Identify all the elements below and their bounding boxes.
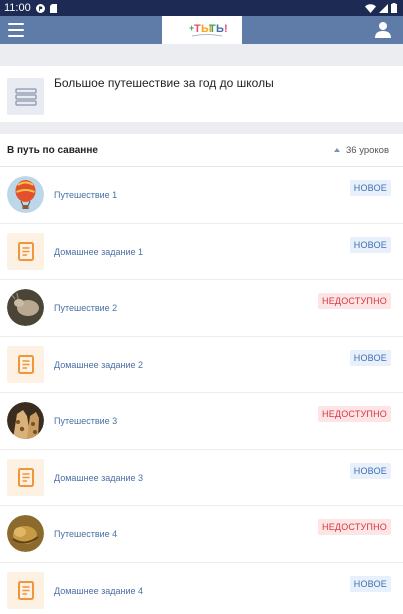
lesson-title: Путешествие 2: [54, 303, 118, 313]
app-notification-icon: [35, 3, 45, 13]
books-icon: [14, 87, 37, 106]
lesson-count[interactable]: 36 уроков: [333, 145, 389, 156]
lesson-item[interactable]: Домашнее задание 2 НОВОЕ: [0, 337, 403, 393]
balloon-icon: [7, 176, 44, 213]
status-badge: НОВОЕ: [349, 575, 391, 592]
svg-text:Т: Т: [194, 23, 201, 35]
svg-text:Ь: Ь: [216, 23, 224, 35]
app-bar: Т Ы Т Ь ! +: [0, 16, 403, 44]
course-title: Большое путешествие за год до школы: [54, 76, 274, 90]
lesson-item[interactable]: Домашнее задание 1 НОВОЕ: [0, 224, 403, 280]
document-icon: [7, 345, 44, 383]
course-thumbnail: [7, 78, 44, 115]
status-badge: НЕДОСТУПНО: [318, 293, 391, 309]
app-logo: Т Ы Т Ь ! +: [162, 16, 242, 44]
giraffe-photo: [7, 402, 44, 439]
lion-photo: [7, 515, 44, 552]
document-icon: [7, 458, 44, 496]
sd-card-icon: [49, 3, 57, 13]
battery-icon: [391, 3, 397, 13]
svg-text:+: +: [189, 23, 194, 33]
status-badge: НОВОЕ: [349, 349, 391, 366]
svg-text:Т: Т: [209, 23, 216, 35]
lesson-section: В путь по саванне 36 уроков Путешествие …: [0, 134, 403, 614]
lesson-title: Путешествие 3: [54, 416, 118, 426]
lesson-title: Домашнее задание 1: [54, 246, 143, 257]
lesson-title: Путешествие 1: [54, 190, 118, 200]
lesson-title: Путешествие 4: [54, 529, 118, 539]
lesson-item[interactable]: Домашнее задание 4 НОВОЕ: [0, 563, 403, 614]
wifi-icon: [365, 3, 376, 13]
lesson-item[interactable]: Домашнее задание 3 НОВОЕ: [0, 450, 403, 506]
document-icon: [7, 232, 44, 270]
course-card[interactable]: Большое путешествие за год до школы: [0, 66, 403, 122]
status-time: 11:00: [4, 2, 31, 14]
signal-icon: [379, 3, 388, 13]
lesson-title: Домашнее задание 2: [54, 359, 143, 370]
collapse-arrow-icon: [333, 148, 340, 152]
status-bar: 11:00: [0, 0, 403, 16]
lesson-item[interactable]: Путешествие 1 НОВОЕ: [0, 167, 403, 224]
status-badge: НЕДОСТУПНО: [318, 406, 391, 422]
lesson-title: Домашнее задание 4: [54, 585, 143, 596]
lesson-title: Домашнее задание 3: [54, 472, 143, 483]
status-badge: НОВОЕ: [349, 180, 391, 196]
section-title: В путь по саванне: [7, 144, 98, 156]
user-profile-icon[interactable]: [375, 21, 391, 39]
logo-icon: Т Ы Т Ь ! +: [189, 23, 228, 37]
lesson-item[interactable]: Путешествие 4 НЕДОСТУПНО: [0, 506, 403, 563]
lesson-item[interactable]: Путешествие 3 НЕДОСТУПНО: [0, 393, 403, 450]
section-header[interactable]: В путь по саванне 36 уроков: [0, 134, 403, 167]
document-icon: [7, 571, 44, 609]
lesson-item[interactable]: Путешествие 2 НЕДОСТУПНО: [0, 280, 403, 337]
animal-photo: [7, 289, 44, 326]
status-badge: НОВОЕ: [349, 236, 391, 253]
status-badge: НЕДОСТУПНО: [318, 519, 391, 535]
svg-text:!: !: [224, 23, 228, 35]
menu-icon[interactable]: [8, 23, 24, 37]
status-badge: НОВОЕ: [349, 462, 391, 479]
